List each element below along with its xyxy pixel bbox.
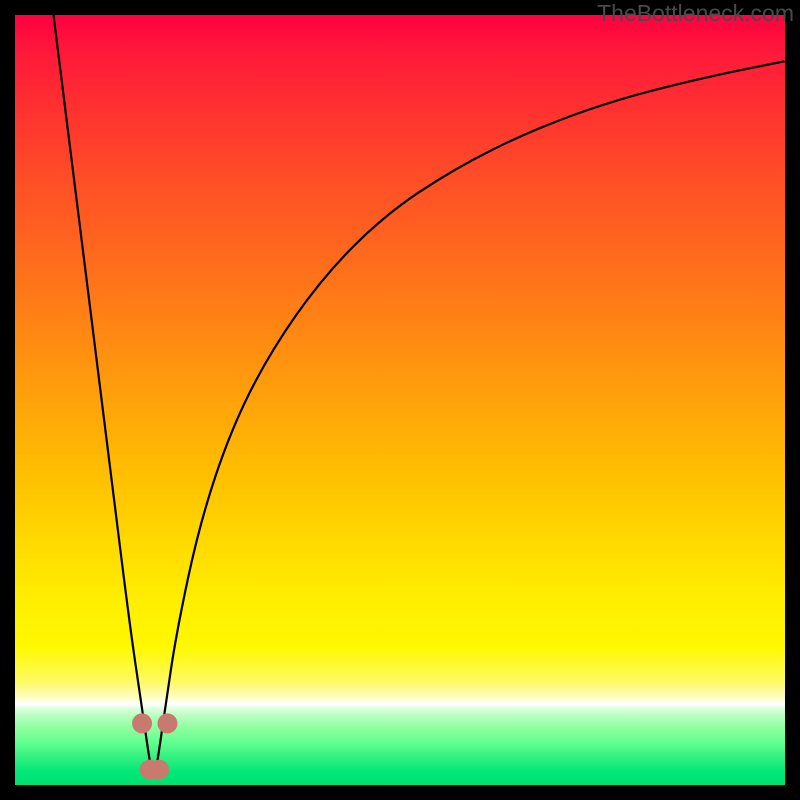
valley-markers xyxy=(132,713,177,779)
curve-path xyxy=(54,15,786,776)
bottleneck-curve xyxy=(54,15,786,776)
valley-marker-valley-right xyxy=(149,760,169,780)
curve-layer xyxy=(15,15,785,785)
chart-frame: TheBottleneck.com xyxy=(0,0,800,800)
watermark-text: TheBottleneck.com xyxy=(597,0,794,27)
valley-marker-right-shoulder xyxy=(157,713,177,733)
plot-area xyxy=(15,15,785,785)
valley-marker-left-shoulder xyxy=(132,713,152,733)
